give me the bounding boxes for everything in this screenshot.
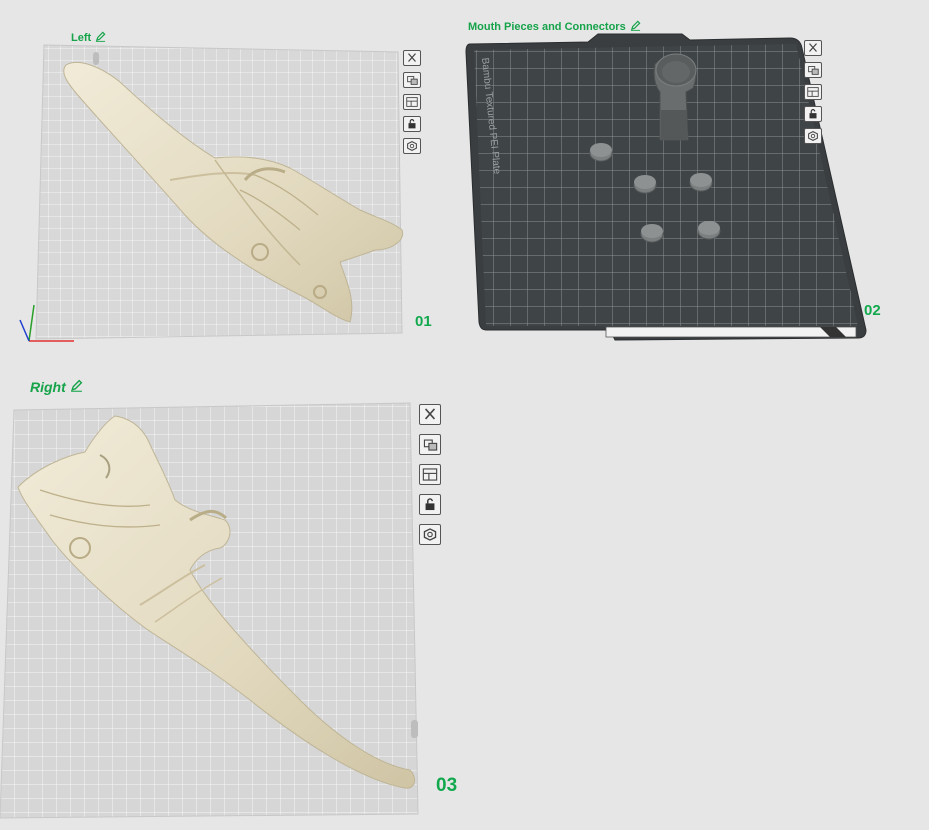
plate-3-number: 03 [436, 775, 458, 796]
edit-pencil-icon[interactable] [70, 379, 83, 395]
close-icon[interactable] [419, 404, 441, 425]
plate-2-number: 02 [864, 302, 881, 319]
lock-icon[interactable] [804, 106, 822, 122]
close-icon[interactable] [403, 50, 421, 66]
edit-pencil-icon[interactable] [630, 20, 641, 34]
plate-3-model [17, 415, 418, 789]
plate-2-label[interactable]: Mouth Pieces and Connectors [468, 20, 641, 34]
plate-1-number: 01 [415, 313, 432, 330]
plate-2-name: Mouth Pieces and Connectors [468, 21, 626, 33]
orient-icon[interactable] [403, 94, 421, 110]
plate-1-label[interactable]: Left [71, 31, 106, 45]
arrange-icon[interactable] [403, 72, 421, 88]
lock-icon[interactable] [403, 116, 421, 132]
arrange-icon[interactable] [804, 62, 822, 78]
plate-3-bed[interactable] [0, 0, 929, 830]
plate-1-model [63, 52, 404, 323]
settings-icon[interactable] [419, 524, 441, 545]
plate-2-model-mouthpiece [653, 53, 697, 141]
plate-3-name: Right [30, 379, 66, 395]
plate-2-toolbar [804, 40, 822, 144]
plate-1-bed[interactable] [0, 0, 929, 830]
arrange-icon[interactable] [419, 434, 441, 455]
plate-1-name: Left [71, 32, 92, 44]
edit-pencil-icon[interactable] [95, 31, 106, 45]
plate-1-toolbar [403, 50, 421, 154]
plate-2-bed-text: Bambu Textured PEI Plate [479, 57, 502, 175]
plate-2-bed[interactable]: Bambu Textured PEI Plate [0, 0, 929, 830]
orient-icon[interactable] [804, 84, 822, 100]
plate-3-label[interactable]: Right [30, 379, 83, 395]
close-icon[interactable] [804, 40, 822, 56]
settings-icon[interactable] [403, 138, 421, 154]
plate-3-toolbar [419, 404, 441, 545]
plate-2-model-connectors [589, 143, 721, 243]
lock-icon[interactable] [419, 494, 441, 515]
orient-icon[interactable] [419, 464, 441, 485]
settings-icon[interactable] [804, 128, 822, 144]
